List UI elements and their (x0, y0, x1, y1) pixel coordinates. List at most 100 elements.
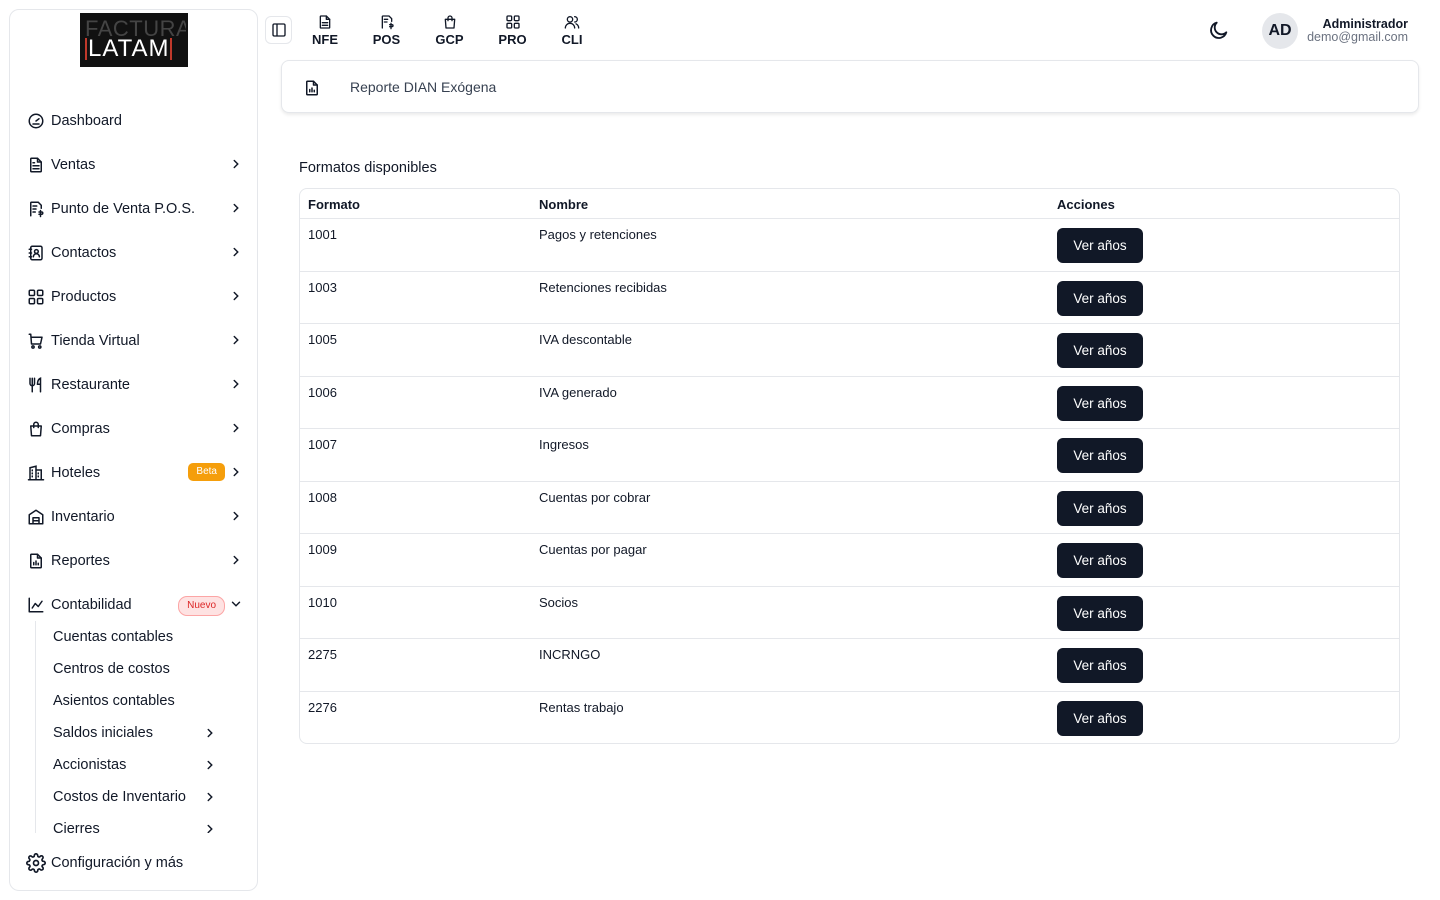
avatar[interactable]: AD (1262, 13, 1298, 49)
logo[interactable]: FACTURA LATAM (80, 13, 188, 67)
cell-nombre: Retenciones recibidas (539, 279, 667, 295)
cell-nombre: Socios (539, 594, 579, 610)
user-email: demo@gmail.com (1307, 30, 1408, 44)
nuevo-badge: Nuevo (178, 596, 225, 616)
sidebar-item-label: Dashboard (51, 113, 122, 129)
topnav-label: CLI (561, 31, 583, 47)
sidebar-item-ventas[interactable]: Ventas (10, 143, 257, 187)
submenu-item-label: Cuentas contables (53, 629, 174, 645)
utensils-icon (26, 375, 46, 395)
receipt-icon (26, 199, 46, 219)
header-acciones: Acciones (1057, 197, 1115, 212)
building-icon (26, 463, 46, 483)
ver-anos-button[interactable]: Ver años (1057, 543, 1143, 578)
formats-table: Formato Nombre Acciones 1001 Pagos y ret… (299, 188, 1400, 744)
cell-nombre: Cuentas por pagar (539, 542, 647, 557)
gauge-icon (26, 111, 46, 131)
logo-line2: LATAM (85, 37, 173, 61)
header-formato: Formato (308, 197, 360, 212)
topnav-cli[interactable]: CLI (549, 10, 595, 50)
sidebar-toggle-button[interactable] (265, 16, 292, 44)
config-menu-item[interactable]: Configuración y más (26, 850, 183, 876)
chevron-right-icon (233, 159, 239, 169)
topnav-gcp[interactable]: GCP (423, 10, 476, 50)
submenu-item-cierres[interactable]: Cierres (36, 813, 250, 833)
submenu-item-saldos-iniciales[interactable]: Saldos iniciales (36, 717, 250, 749)
ver-anos-button[interactable]: Ver años (1057, 228, 1143, 263)
sidebar-item-pos[interactable]: Punto de Venta P.O.S. (10, 187, 257, 231)
ver-anos-button[interactable]: Ver años (1057, 595, 1143, 631)
cell-formato: 2275 (308, 647, 337, 662)
topnav-label: POS (372, 31, 401, 47)
ver-anos-button[interactable]: Ver años (1057, 648, 1143, 683)
sidebar-item-dashboard[interactable]: Dashboard (10, 99, 257, 143)
submenu-item-label: Accionistas (53, 757, 127, 773)
user-info[interactable]: Administrador demo@gmail.com (1307, 18, 1408, 44)
table-row: 1008 Cuentas por cobrar Ver años (300, 482, 1399, 534)
sidebar-item-hoteles[interactable]: Hoteles Beta (10, 451, 257, 495)
topnav-pos[interactable]: POS (350, 10, 423, 50)
cell-formato: 1003 (308, 279, 337, 295)
table-header: Formato Nombre Acciones (300, 189, 1399, 219)
file-text-icon (26, 155, 46, 175)
sidebar-item-label: Ventas (51, 157, 96, 173)
sidebar-item-inventario[interactable]: Inventario (10, 495, 257, 539)
sidebar-item-compras[interactable]: Compras (10, 407, 257, 451)
submenu-item-costos-de-inventario[interactable]: Costos de Inventario (36, 781, 250, 813)
contact-book-icon (26, 243, 46, 263)
sidebar-item-restaurante[interactable]: Restaurante (10, 363, 257, 407)
submenu-item-cuentas-contables[interactable]: Cuentas contables (36, 621, 250, 653)
table-row: 1010 Socios Ver años (300, 587, 1399, 639)
table-row: 2275 INCRNGO Ver años (300, 639, 1399, 692)
chevron-right-icon (233, 291, 239, 301)
grid-icon (505, 14, 520, 29)
sidebar-item-contactos[interactable]: Contactos (10, 231, 257, 275)
breadcrumb: Reporte DIAN Exógena (281, 60, 1419, 113)
theme-toggle-button[interactable] (1208, 19, 1230, 41)
contabilidad-submenu: Cuentas contables Centros de costos Asie… (35, 621, 250, 833)
chevron-right-icon (233, 555, 239, 565)
cell-nombre: INCRNGO (539, 647, 601, 662)
cell-formato: 1007 (308, 437, 337, 452)
cell-nombre: IVA descontable (539, 332, 632, 347)
submenu-item-label: Asientos contables (53, 693, 175, 709)
sidebar-item-label: Contactos (51, 245, 117, 261)
chevron-right-icon (233, 335, 239, 345)
submenu-item-accionistas[interactable]: Accionistas (36, 749, 250, 781)
sidebar-item-reportes[interactable]: Reportes (10, 539, 257, 583)
topnav-nfe[interactable]: NFE (300, 10, 350, 50)
shopping-bag-icon (26, 419, 46, 439)
cell-formato: 1008 (308, 489, 337, 505)
chevron-right-icon (207, 728, 213, 738)
ver-anos-button[interactable]: Ver años (1057, 490, 1143, 526)
cell-formato: 1009 (308, 542, 337, 557)
ver-anos-button[interactable]: Ver años (1057, 385, 1143, 421)
ver-anos-button[interactable]: Ver años (1057, 280, 1143, 316)
topnav-label: GCP (435, 31, 464, 47)
sidebar-item-label: Productos (51, 289, 117, 305)
cell-nombre: Pagos y retenciones (539, 227, 657, 242)
submenu-item-centros-de-costos[interactable]: Centros de costos (36, 653, 250, 685)
submenu-item-asientos-contables[interactable]: Asientos contables (36, 685, 250, 717)
submenu-item-label: Centros de costos (53, 661, 170, 677)
submenu-item-label: Cierres (53, 821, 100, 833)
sidebar-item-label: Hoteles (51, 465, 101, 481)
chevron-right-icon (233, 247, 239, 257)
panel-left-icon (271, 23, 286, 37)
sidebar-item-productos[interactable]: Productos (10, 275, 257, 319)
topnav-pro[interactable]: PRO (476, 10, 549, 50)
chevron-right-icon (207, 792, 213, 802)
chevron-right-icon (233, 379, 239, 389)
chevron-right-icon (233, 511, 239, 521)
ver-anos-button[interactable]: Ver años (1057, 438, 1143, 473)
topnav-label: PRO (498, 31, 527, 47)
sidebar-item-tienda-virtual[interactable]: Tienda Virtual (10, 319, 257, 363)
sidebar-item-label: Restaurante (51, 377, 130, 393)
ver-anos-button[interactable]: Ver años (1057, 700, 1143, 736)
submenu-item-label: Costos de Inventario (53, 789, 186, 805)
ver-anos-button[interactable]: Ver años (1057, 333, 1143, 368)
gear-icon (26, 853, 46, 873)
users-icon (564, 15, 580, 29)
beta-badge: Beta (188, 463, 225, 481)
sidebar-item-label: Punto de Venta P.O.S. (51, 201, 196, 217)
